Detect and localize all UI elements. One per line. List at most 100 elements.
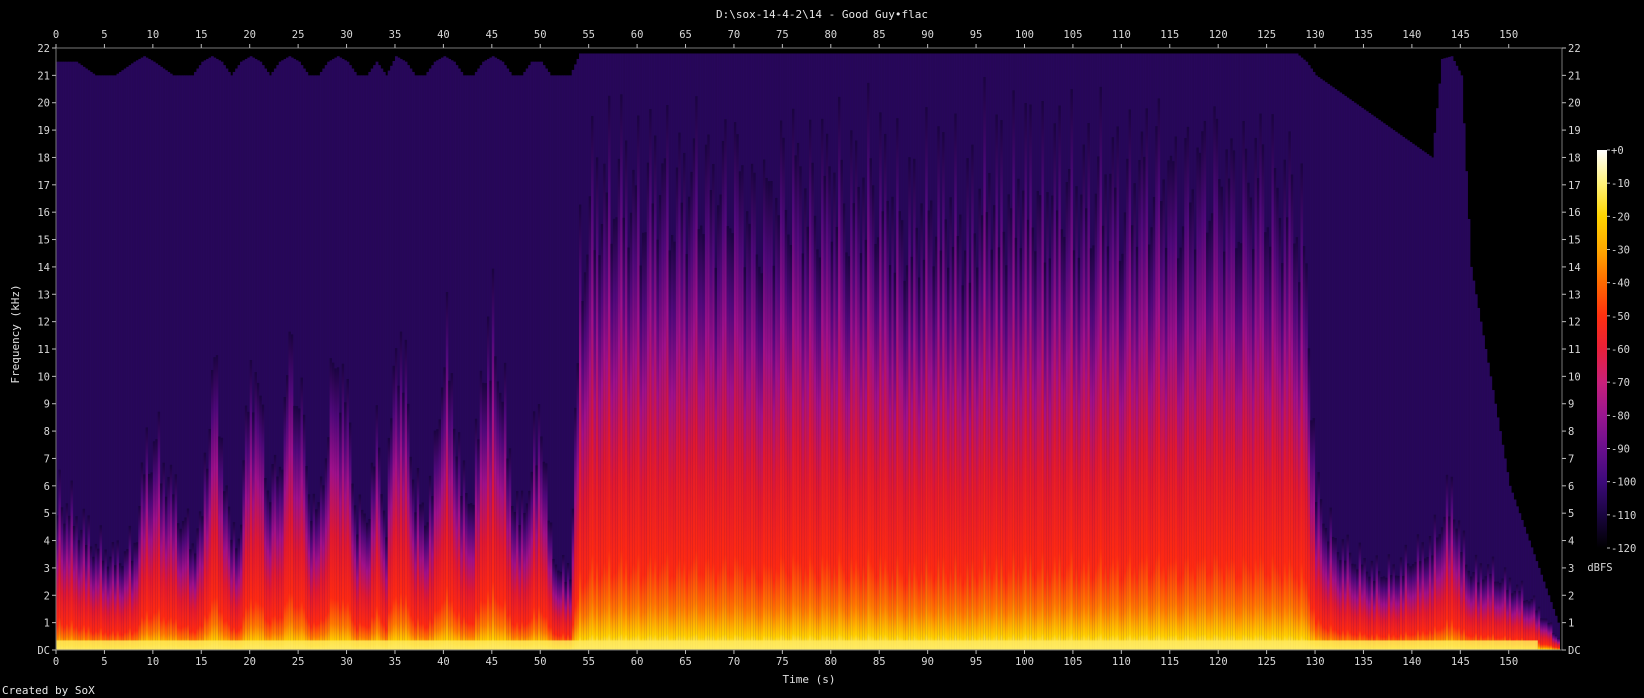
spectrogram-column [266, 490, 270, 650]
spectrogram-column [1160, 201, 1163, 651]
y-tick-label: 16 [37, 207, 50, 219]
spectrogram-column [871, 185, 875, 650]
spectrogram-column [474, 418, 478, 650]
spectrogram-column [1370, 560, 1374, 650]
spectrogram-column [932, 266, 936, 650]
spectrogram-column [978, 188, 982, 650]
spectrogram-column [1085, 208, 1088, 651]
spectrogram-column [1254, 137, 1258, 650]
spectrogram-column [482, 382, 485, 650]
spectrogram-column [954, 113, 958, 650]
spectrogram-column [944, 219, 948, 650]
x-tick-label: 0 [53, 29, 59, 41]
spectrogram-column [1259, 113, 1263, 650]
spectrogram-column [595, 157, 599, 650]
spectrogram-column [963, 250, 967, 650]
spectrogram-column [85, 544, 88, 650]
spectrogram-column [1022, 190, 1025, 650]
spectrogram-column [578, 204, 582, 650]
spectrogram-column [1072, 250, 1076, 650]
spectrogram-column [741, 165, 745, 650]
x-tick-label: 25 [292, 656, 305, 668]
spectrogram-column-haze [569, 75, 573, 650]
spectrogram-column [1055, 210, 1059, 650]
x-tick-label: 105 [1063, 656, 1082, 668]
spectrogram-column [758, 266, 761, 650]
spectrogram-column [990, 249, 994, 650]
spectrogram-column [1482, 579, 1485, 650]
colorbar-tick-label: -20 [1611, 211, 1630, 223]
x-tick-label: 150 [1499, 656, 1518, 668]
y-tick-label: 21 [37, 70, 50, 82]
spectrogram-column [80, 529, 84, 650]
spectrogram-column [1014, 237, 1018, 651]
x-tick-label: 75 [776, 656, 789, 668]
spectrogram-column [1060, 229, 1064, 650]
spectrogram-column [157, 411, 161, 650]
spectrogram-column [1278, 217, 1282, 650]
spectrogram-column [1157, 98, 1161, 651]
spectrogram-column [104, 549, 108, 650]
spectrogram-column [94, 543, 98, 650]
x-tick-label: 35 [389, 29, 402, 41]
y-tick-label: 4 [44, 536, 50, 548]
spectrogram-column [164, 496, 168, 650]
spectrogram-column [402, 392, 406, 650]
spectrogram-column [733, 122, 737, 650]
spectrogram-column [1361, 564, 1364, 650]
spectrogram-column [1111, 137, 1115, 650]
spectrogram-column [1198, 152, 1202, 651]
y-tick-label: 3 [44, 563, 50, 575]
x-tick-label: 15 [195, 29, 208, 41]
y-tick-label: 13 [37, 289, 50, 301]
spectrogram-column [770, 180, 774, 650]
spectrogram-column [956, 235, 960, 650]
spectrogram-column [767, 181, 771, 650]
spectrogram-column [1448, 516, 1452, 650]
spectrogram-column [1024, 103, 1028, 650]
spectrogram-column [1048, 258, 1052, 650]
y-tick-label-right: 20 [1568, 98, 1581, 110]
spectrogram-column [1293, 243, 1297, 650]
y-tick-label-right: 10 [1568, 371, 1581, 383]
x-tick-label: 25 [292, 29, 305, 41]
y-tick-label-right: 1 [1568, 618, 1574, 630]
spectrogram-column [70, 480, 74, 650]
spectrogram-column [1365, 571, 1369, 650]
spectrogram-column [339, 412, 343, 650]
spectrogram-column [557, 570, 561, 650]
y-tick-label-right: 2 [1568, 590, 1574, 602]
spectrogram-column [424, 525, 427, 650]
spectrogram-column [712, 163, 715, 650]
spectrogram-column [632, 169, 636, 650]
spectrogram-column [1140, 131, 1144, 651]
spectrogram-column [1411, 564, 1415, 650]
spectrogram-column [530, 471, 534, 650]
spectrogram-column [1118, 260, 1122, 650]
spectrogram-column [128, 525, 132, 650]
spectrogram-column [876, 237, 880, 650]
spectrogram-column [1295, 237, 1299, 650]
spectrogram-column [1419, 561, 1422, 650]
spectrogram-column [208, 428, 212, 650]
spectrogram-column-haze [559, 75, 563, 650]
spectrogram-column [1242, 120, 1246, 651]
spectrogram-column [1414, 561, 1418, 650]
spectrogram-column [542, 461, 546, 650]
spectrogram-column [1486, 564, 1490, 650]
spectrogram-column [1402, 576, 1406, 650]
spectrogram-column [138, 505, 142, 650]
spectrogram-column [787, 234, 791, 650]
x-tick-label: 75 [776, 29, 789, 41]
spectrogram-column [598, 255, 602, 651]
x-tick-label: 105 [1063, 29, 1082, 41]
spectrogram-column [535, 465, 539, 650]
spectrogram-column [1302, 245, 1306, 651]
x-tick-label: 110 [1112, 29, 1131, 41]
spectrogram-column [1520, 580, 1524, 650]
spectrogram-column [617, 158, 621, 650]
x-tick-label: 55 [582, 29, 595, 41]
spectrogram-column [1227, 178, 1231, 650]
spectrogram-column [392, 365, 396, 650]
spectrogram-column [203, 452, 207, 650]
